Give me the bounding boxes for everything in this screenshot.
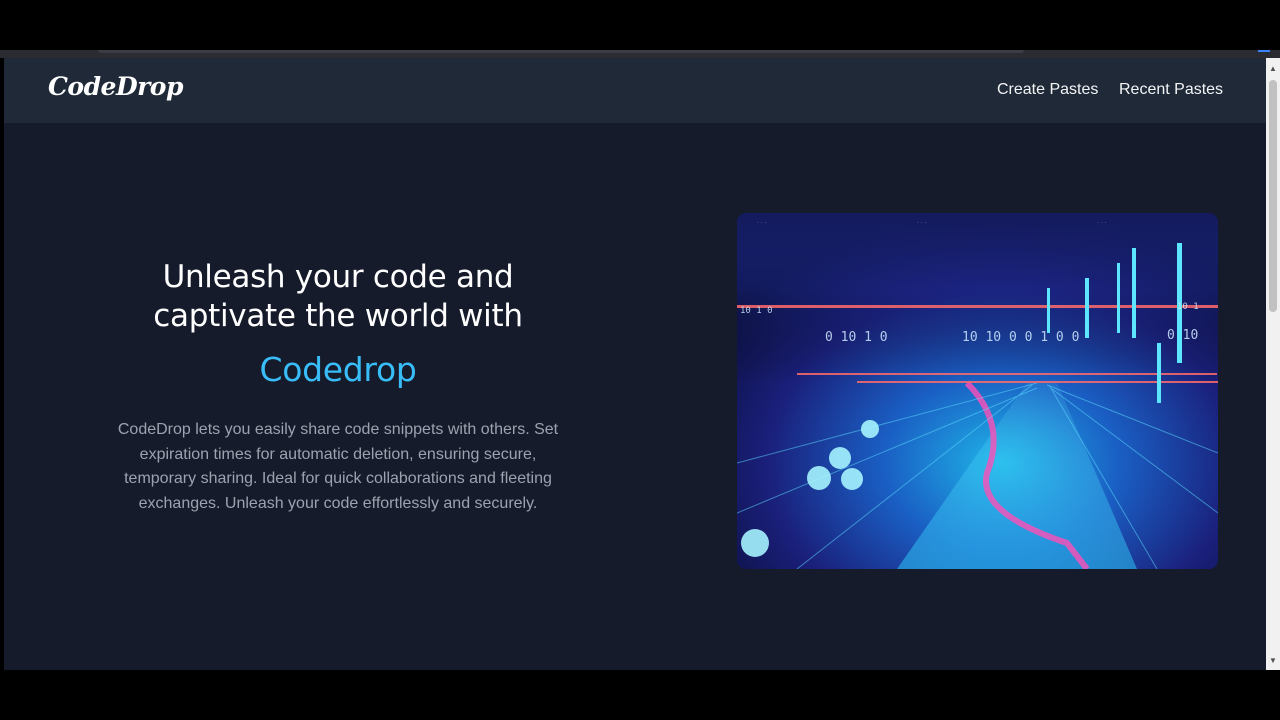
hero-text-section: Unleash your code and captivate the worl… — [104, 258, 572, 532]
hero-title: Unleash your code and captivate the worl… — [104, 258, 572, 336]
browser-corner-accent — [1258, 50, 1270, 52]
svg-text:10 10 0 0 1 0 0: 10 10 0 0 1 0 0 — [962, 330, 1079, 345]
hero-image-graphic: 0 10 1 0 10 10 0 0 1 0 0 0 10 10 1 0 10 … — [737, 213, 1218, 569]
svg-text:10 1 0: 10 1 0 — [740, 306, 773, 316]
svg-text:· · ·: · · · — [1097, 220, 1107, 227]
scrollbar-thumb[interactable] — [1269, 80, 1277, 312]
vertical-scrollbar[interactable]: ▲ ▼ — [1266, 58, 1280, 670]
navbar: CodeDrop Create Pastes Recent Pastes — [4, 58, 1266, 123]
svg-text:10 1: 10 1 — [1177, 302, 1199, 312]
hero-title-line-1: Unleash your code and — [162, 259, 514, 295]
screen-top-border — [0, 0, 1280, 50]
hero-description: CodeDrop lets you easily share code snip… — [117, 421, 559, 512]
page-viewport: CodeDrop Create Pastes Recent Pastes Unl… — [4, 58, 1266, 670]
screen-bottom-border — [0, 670, 1280, 720]
hero-title-line-2: captivate the world with — [153, 298, 523, 334]
svg-text:0 10: 0 10 — [1167, 328, 1198, 343]
svg-text:0 10 1 0: 0 10 1 0 — [825, 330, 888, 345]
hero-brand-name: Codedrop — [259, 350, 417, 389]
hero-image: 0 10 1 0 10 10 0 0 1 0 0 0 10 10 1 0 10 … — [737, 213, 1218, 569]
browser-tab-edge — [98, 50, 1024, 53]
svg-text:· · ·: · · · — [917, 220, 927, 227]
triangle-up-icon[interactable]: ▲ — [1266, 62, 1280, 76]
nav-link-create-pastes[interactable]: Create Pastes — [997, 81, 1098, 99]
svg-text:· · ·: · · · — [757, 220, 767, 227]
nav-link-recent-pastes[interactable]: Recent Pastes — [1119, 81, 1223, 99]
logo-link[interactable]: CodeDrop — [48, 72, 183, 101]
triangle-down-icon[interactable]: ▼ — [1266, 654, 1280, 668]
